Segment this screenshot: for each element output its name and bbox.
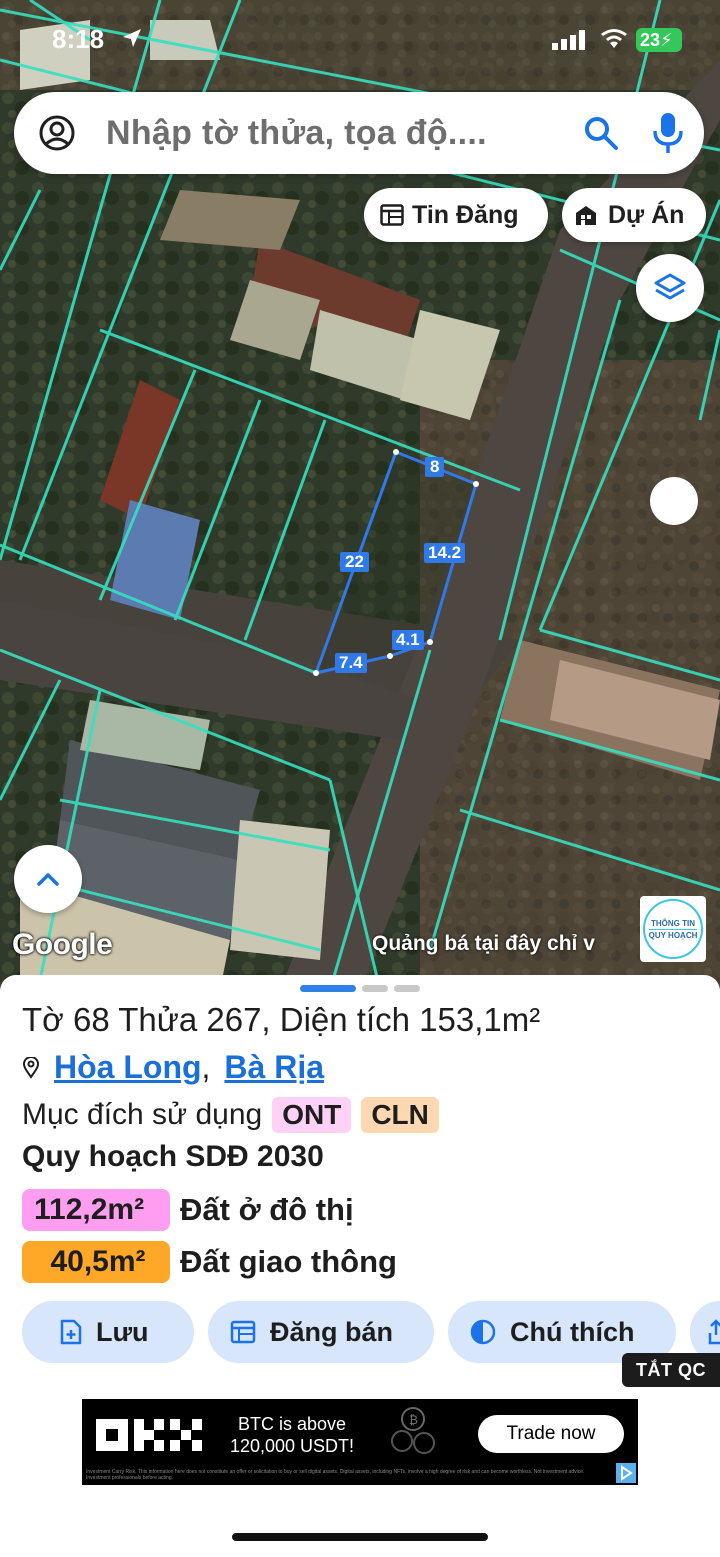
save-button[interactable]: Lưu (22, 1301, 194, 1363)
ad-banner-line2: 120,000 USDT! (229, 1436, 355, 1456)
adchoices-icon[interactable] (616, 1463, 636, 1483)
save-label: Lưu (96, 1316, 149, 1347)
trade-now-button[interactable]: Trade now (478, 1415, 624, 1453)
tin-dang-label: Tin Đăng (412, 200, 519, 229)
chevron-up-icon (37, 873, 59, 886)
share-icon (708, 1319, 720, 1345)
land-use-label: Mục đích sử dụng (22, 1098, 263, 1131)
map-handle-button[interactable] (650, 477, 698, 525)
cellular-signal-icon (552, 30, 585, 50)
zone-area-badge: 112,2m² (22, 1189, 170, 1231)
dimension-label-bottom: 7.4 (335, 653, 367, 673)
hide-ads-button[interactable]: TẮT QC (622, 1353, 720, 1387)
dimension-label-right: 14.2 (424, 543, 466, 563)
microphone-icon[interactable] (648, 110, 688, 156)
search-bar[interactable]: Nhập tờ thửa, tọa độ.... (14, 92, 704, 174)
zone-row: 40,5m² Đất giao thông (22, 1241, 397, 1283)
legend-label: Chú thích (510, 1316, 635, 1347)
plan-heading: Quy hoạch SDĐ 2030 (22, 1140, 324, 1173)
sheet-pager[interactable] (300, 985, 420, 992)
account-icon[interactable] (38, 114, 76, 152)
satellite-map[interactable]: 8 14.2 22 4.1 7.4 8:18 23⚡ Nhập tờ thửa,… (0, 0, 720, 990)
listing-icon (380, 204, 404, 226)
parcel-info-sheet[interactable]: Tờ 68 Thửa 267, Diện tích 153,1m² Hòa Lo… (0, 975, 720, 1557)
home-indicator[interactable] (232, 1533, 488, 1541)
parcel-location: Hòa Long , Bà Rịa (22, 1049, 324, 1086)
thong-tin-quy-hoach-badge[interactable]: THÔNG TIN QUY HOẠCH (640, 896, 706, 962)
zone-row: 112,2m² Đất ở đô thị (22, 1189, 354, 1231)
svg-text:₿: ₿ (409, 1413, 418, 1427)
ad-disclaimer: Investment Carry Risk. This information … (86, 1469, 585, 1481)
district-link[interactable]: Bà Rịa (224, 1049, 324, 1086)
action-bar: Lưu Đăng bán Chú thích (22, 1301, 720, 1365)
dimension-label-top: 8 (425, 457, 445, 477)
google-logo: Google (12, 928, 113, 961)
wifi-icon (601, 29, 627, 48)
du-an-button[interactable]: Dự Án (562, 188, 706, 242)
pager-dot-active[interactable] (300, 985, 356, 992)
dimension-label-bottom-right: 4.1 (392, 630, 424, 650)
ad-banner[interactable]: BTC is above 120,000 USDT! ₿ Trade now I… (82, 1399, 638, 1485)
ad-banner-headline: BTC is above 120,000 USDT! (228, 1413, 356, 1457)
ward-link[interactable]: Hòa Long (54, 1049, 202, 1086)
add-document-icon (60, 1319, 82, 1345)
map-ad-text[interactable]: Quảng bá tại đây chỉ v (372, 932, 642, 956)
okx-logo (96, 1419, 202, 1451)
badge-line-1: THÔNG TIN (651, 918, 695, 928)
tin-dang-button[interactable]: Tin Đăng (364, 188, 548, 242)
dimension-label-left: 22 (340, 552, 369, 572)
expand-up-button[interactable] (14, 845, 82, 913)
zone-label: Đất giao thông (180, 1244, 397, 1279)
zone-area-badge: 40,5m² (22, 1241, 170, 1283)
pager-dot[interactable] (362, 985, 388, 992)
charging-bolt-icon: ⚡ (660, 30, 673, 50)
post-for-sale-button[interactable]: Đăng bán (208, 1301, 434, 1363)
search-icon[interactable] (582, 114, 620, 152)
zone-label: Đất ở đô thị (180, 1192, 354, 1227)
du-an-label: Dự Án (608, 200, 685, 229)
location-pin-icon (22, 1056, 40, 1079)
land-use-tag-ont[interactable]: ONT (272, 1097, 352, 1133)
land-use-tag-cln[interactable]: CLN (361, 1097, 439, 1133)
listing-icon (230, 1320, 256, 1344)
post-for-sale-label: Đăng bán (270, 1316, 394, 1347)
parcel-title: Tờ 68 Thửa 267, Diện tích 153,1m² (22, 1001, 541, 1038)
status-time: 8:18 (52, 24, 105, 54)
status-bar: 8:18 23⚡ (0, 22, 720, 58)
contrast-icon (470, 1319, 496, 1345)
pager-dot[interactable] (394, 985, 420, 992)
ad-banner-line1: BTC is above (237, 1414, 347, 1434)
battery-indicator: 23⚡ (636, 28, 682, 52)
location-arrow-icon (123, 29, 141, 47)
search-input[interactable]: Nhập tờ thửa, tọa độ.... (106, 114, 487, 153)
badge-line-2: QUY HOẠCH (648, 928, 698, 940)
location-separator: , (201, 1049, 211, 1085)
battery-level: 23 (640, 30, 661, 50)
layers-button[interactable] (636, 254, 704, 322)
layers-icon (654, 273, 686, 300)
land-use-row: Mục đích sử dụng ONT CLN (22, 1097, 439, 1133)
bitcoin-coins-icon: ₿ (391, 1407, 435, 1454)
project-building-icon (576, 206, 596, 225)
